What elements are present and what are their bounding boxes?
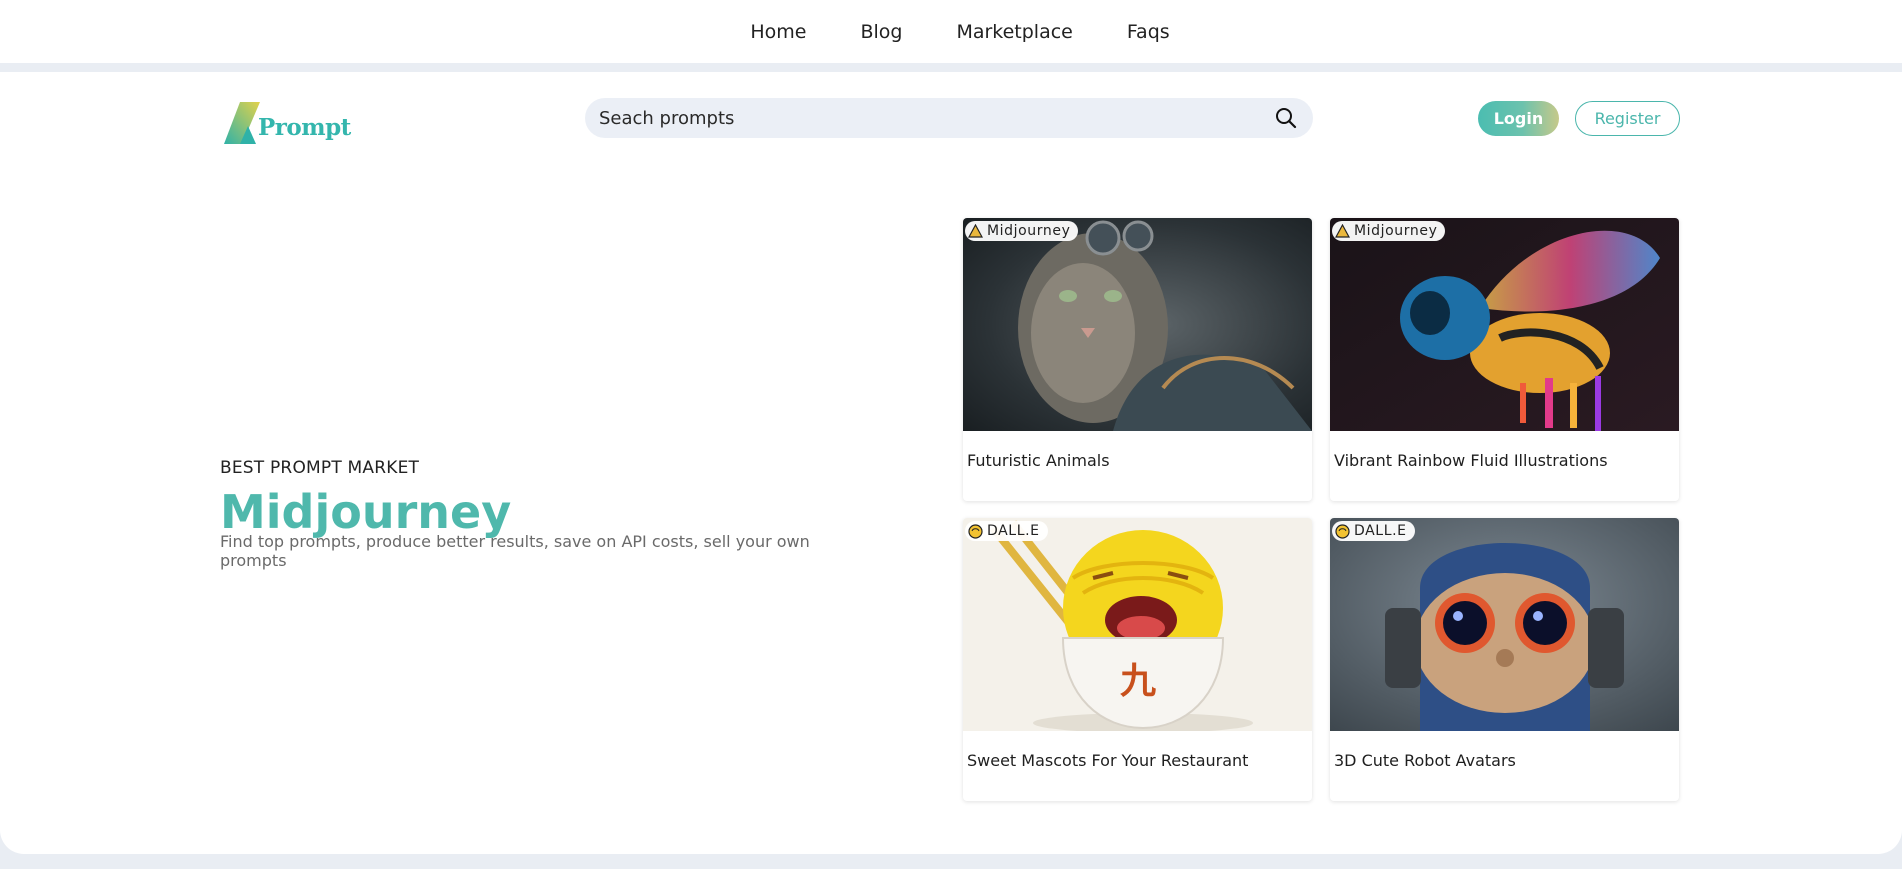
nav-marketplace-link[interactable]: Marketplace bbox=[956, 21, 1072, 43]
svg-text:九: 九 bbox=[1120, 661, 1156, 702]
register-button[interactable]: Register bbox=[1575, 101, 1680, 136]
prompt-card-rainbow-fluid[interactable]: Midjourney Vibrant Rainbow Fluid Illustr… bbox=[1330, 218, 1679, 501]
hero-eyebrow: BEST PROMPT MARKET bbox=[220, 458, 420, 478]
card-image-rainbow-bee bbox=[1330, 218, 1679, 431]
prompt-card-robot-avatars[interactable]: DALL.E 3D Cute Robot Avatars bbox=[1330, 518, 1679, 801]
main-page: Prompt Login Register BEST PROMPT MARKET… bbox=[0, 72, 1902, 854]
search-icon[interactable] bbox=[1273, 105, 1299, 131]
card-badge-label: Midjourney bbox=[987, 223, 1071, 239]
nav-blog-link[interactable]: Blog bbox=[860, 21, 902, 43]
search-bar bbox=[585, 98, 1313, 138]
card-badge-label: DALL.E bbox=[987, 523, 1040, 539]
card-image-cyberpunk-cat bbox=[963, 218, 1312, 431]
card-title: Futuristic Animals bbox=[967, 451, 1110, 470]
dalle-icon bbox=[1335, 523, 1350, 539]
logo-text: Prompt bbox=[258, 114, 351, 141]
card-badge: Midjourney bbox=[965, 221, 1079, 241]
card-title: Sweet Mascots For Your Restaurant bbox=[967, 751, 1249, 770]
card-badge: DALL.E bbox=[1332, 521, 1415, 541]
card-badge-label: Midjourney bbox=[1354, 223, 1438, 239]
card-badge-label: DALL.E bbox=[1354, 523, 1407, 539]
midjourney-icon bbox=[1335, 224, 1350, 238]
card-badge: Midjourney bbox=[1332, 221, 1446, 241]
nav-home-link[interactable]: Home bbox=[750, 21, 806, 43]
card-title: 3D Cute Robot Avatars bbox=[1334, 751, 1516, 770]
card-title: Vibrant Rainbow Fluid Illustrations bbox=[1334, 451, 1608, 470]
prompt-card-sweet-mascots[interactable]: 九 DALL.E Sweet Mascots For Your Restaura… bbox=[963, 518, 1312, 801]
dalle-icon bbox=[968, 523, 983, 539]
logo[interactable]: Prompt bbox=[222, 96, 354, 146]
login-button[interactable]: Login bbox=[1478, 101, 1559, 136]
card-image-robot-avatar bbox=[1330, 518, 1679, 731]
hero-description: Find top prompts, produce better results… bbox=[220, 532, 810, 570]
nav-faqs-link[interactable]: Faqs bbox=[1127, 21, 1170, 43]
card-badge: DALL.E bbox=[965, 521, 1048, 541]
logo-mark-icon bbox=[224, 102, 260, 144]
top-nav: Home Blog Marketplace Faqs bbox=[0, 0, 1902, 63]
search-input[interactable] bbox=[599, 107, 1273, 129]
hero-section: BEST PROMPT MARKET Midjourney Find top p… bbox=[220, 458, 880, 570]
midjourney-icon bbox=[968, 224, 983, 238]
card-image-noodle-mascot: 九 bbox=[963, 518, 1312, 731]
hero-headline: Midjourney bbox=[220, 485, 512, 539]
prompt-card-futuristic-animals[interactable]: Midjourney Futuristic Animals bbox=[963, 218, 1312, 501]
